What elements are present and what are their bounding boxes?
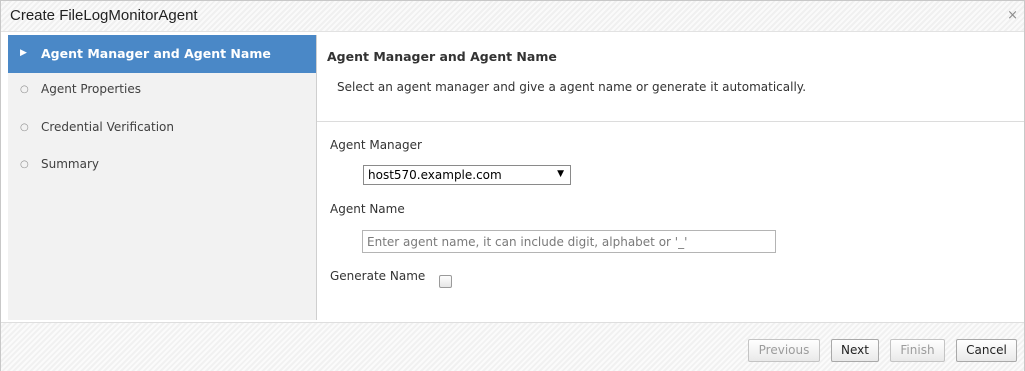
finish-button[interactable]: Finish: [890, 339, 945, 362]
step-label: Summary: [41, 157, 99, 171]
generate-name-label: Generate Name: [330, 269, 426, 283]
next-button[interactable]: Next: [831, 339, 879, 362]
step-agent-manager-and-name[interactable]: ▶ Agent Manager and Agent Name: [8, 35, 316, 73]
agent-name-label: Agent Name: [330, 202, 405, 216]
agent-manager-selected-value: host570.example.com: [368, 168, 502, 182]
step-label: Credential Verification: [41, 120, 175, 134]
triangle-right-icon: ▶: [20, 48, 27, 58]
cancel-button[interactable]: Cancel: [956, 339, 1017, 362]
agent-manager-label: Agent Manager: [330, 138, 422, 152]
dialog-footer: Previous Next Finish Cancel: [1, 322, 1024, 371]
step-content-panel: Agent Manager and Agent Name Select an a…: [317, 35, 1024, 320]
dialog-titlebar[interactable]: Create FileLogMonitorAgent ×: [1, 1, 1024, 32]
wizard-steps-sidebar: ▶ Agent Manager and Agent Name ○ Agent P…: [8, 35, 317, 320]
dialog-title: Create FileLogMonitorAgent: [10, 7, 198, 24]
circle-bullet-icon: ○: [20, 122, 29, 133]
create-agent-dialog: Create FileLogMonitorAgent × ▶ Agent Man…: [0, 0, 1025, 371]
agent-name-input[interactable]: [362, 230, 776, 253]
circle-bullet-icon: ○: [20, 84, 29, 95]
step-label: Agent Properties: [41, 82, 141, 96]
previous-button[interactable]: Previous: [748, 339, 820, 362]
divider: [317, 121, 1024, 122]
section-description: Select an agent manager and give a agent…: [337, 80, 807, 94]
close-icon[interactable]: ×: [1007, 8, 1018, 23]
agent-manager-select[interactable]: host570.example.com ▼: [363, 165, 571, 185]
section-title: Agent Manager and Agent Name: [327, 49, 557, 64]
step-credential-verification[interactable]: ○ Credential Verification: [8, 111, 316, 145]
step-label: Agent Manager and Agent Name: [41, 46, 271, 61]
generate-name-checkbox[interactable]: [439, 275, 452, 288]
dropdown-arrow-icon: ▼: [557, 169, 564, 179]
step-summary[interactable]: ○ Summary: [8, 148, 316, 182]
circle-bullet-icon: ○: [20, 159, 29, 170]
step-agent-properties[interactable]: ○ Agent Properties: [8, 73, 316, 107]
